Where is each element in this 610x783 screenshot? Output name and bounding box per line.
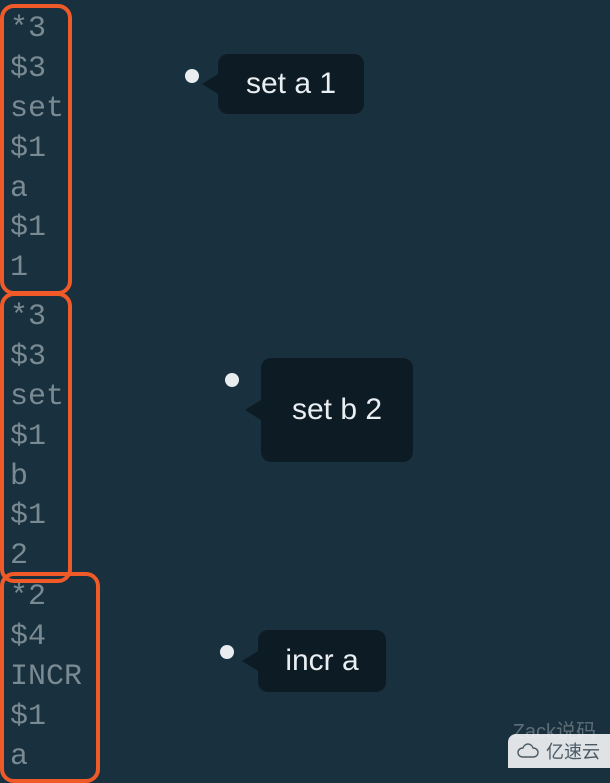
command-label: set a 1 (246, 67, 336, 101)
protocol-line: $1 (10, 130, 62, 170)
protocol-box: *3$3set$1a$11 (0, 4, 72, 295)
protocol-line: *3 (10, 298, 62, 338)
command-label: incr a (285, 644, 358, 678)
protocol-line: a (10, 738, 90, 778)
connector-dot (220, 645, 234, 659)
protocol-line: 1 (10, 249, 62, 289)
protocol-line: $1 (10, 698, 90, 738)
protocol-line: $4 (10, 618, 90, 658)
command-bubble: incr a (258, 630, 386, 692)
protocol-line: set (10, 90, 62, 130)
protocol-line: $1 (10, 418, 62, 458)
cloud-icon (516, 743, 540, 759)
command-bubble: set b 2 (261, 358, 413, 462)
protocol-box: *2$4INCR$1a (0, 572, 100, 783)
command-bubble: set a 1 (218, 54, 364, 114)
command-label: set b 2 (292, 393, 382, 427)
connector-dot (185, 69, 199, 83)
protocol-line: a (10, 170, 62, 210)
watermark-site-label: 亿速云 (546, 738, 600, 764)
protocol-line: *2 (10, 578, 90, 618)
protocol-line: $1 (10, 497, 62, 537)
protocol-line: set (10, 378, 62, 418)
watermark-site-badge: 亿速云 (508, 734, 610, 768)
protocol-line: $3 (10, 50, 62, 90)
protocol-box: *3$3set$1b$12 (0, 292, 72, 583)
protocol-line: *3 (10, 10, 62, 50)
protocol-line: b (10, 458, 62, 498)
protocol-line: $1 (10, 209, 62, 249)
protocol-line: $3 (10, 338, 62, 378)
protocol-line: INCR (10, 658, 90, 698)
connector-dot (225, 373, 239, 387)
